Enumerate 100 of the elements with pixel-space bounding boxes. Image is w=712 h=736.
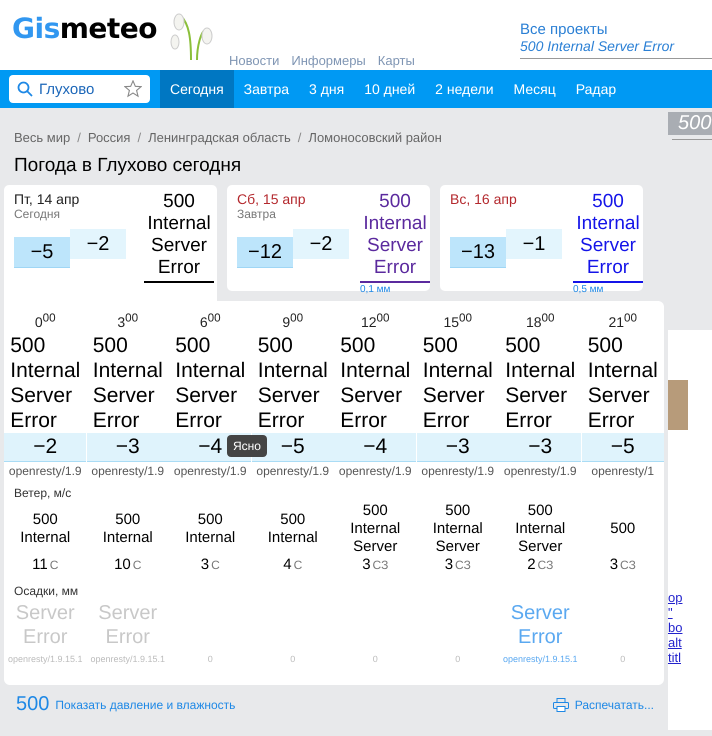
menu-link[interactable]: Новости [229,53,280,68]
precipitation-value: openresty/1.9.15.1 [90,654,166,664]
printer-icon [552,698,569,712]
day-label: Сегодня [14,207,60,221]
precipitation-value: openresty/1.9.15.1 [8,654,83,664]
precipitation-value: 0 [290,654,296,664]
error-text: 500 Internal Server Error [144,191,214,283]
error-text: 500 Internal Server Error [422,333,494,433]
nav-tab[interactable]: 2 недели [425,70,504,108]
nav-tab[interactable]: Сегодня [160,70,234,108]
hour-label: 3$^{00}$ [117,311,138,332]
error-text: Server Error [510,601,571,649]
temperature-bar: −3 [499,433,582,462]
hour-label: 6$^{00}$ [200,311,221,332]
pressure-link[interactable]: Показать давление и влажность [55,698,236,712]
error-text: 500 Internal Server Error [9,333,82,433]
nav-tab[interactable]: Радар [566,70,626,108]
hour-label: 0$^{00}$ [34,311,56,332]
photo-placeholder [668,380,688,430]
menu-link[interactable]: Карты [378,53,415,68]
error-text: 500 Internal Server Error [586,333,659,433]
day-label: Завтра [237,207,276,221]
wind-value: 3 СЗ [610,556,636,575]
day-date: Сб, 15 апр [237,191,307,207]
max-temperature: −1 [506,229,562,259]
temperature-bar: −3 [86,433,169,462]
min-temperature: −5 [14,237,70,268]
side-link[interactable]: op [668,590,712,605]
hour-label: 18$^{00}$ [526,311,555,332]
wind-value: 3 С [200,556,220,575]
hour-label: 12$^{00}$ [360,311,390,332]
day-card[interactable]: Сб, 15 апр Завтра −12 −2 500 Internal Server Error 0,1 мм [227,185,430,291]
error-text: 500 Internal Server [349,502,402,556]
error-text: 500 Internal [184,511,236,547]
menu-link[interactable]: Информеры [291,53,366,68]
day-date: Пт, 14 апр [14,191,80,207]
error-text: 500 Internal [19,511,72,547]
hour-label: 15$^{00}$ [443,311,472,332]
server-text: openresty/1 [591,464,654,478]
wind-value: 11 С [32,556,58,575]
side-link[interactable]: titl [668,650,712,665]
day-card[interactable]: Пт, 14 апр Сегодня −5 −2 500 Internal Server Error [4,185,217,301]
wind-value: 3 СЗ [362,556,388,575]
error-text: 500 Internal Server [432,502,484,556]
nav-tab[interactable]: Завтра [234,70,300,108]
print-link[interactable]: Распечатать... [552,698,654,712]
search-field[interactable]: Глухово [9,75,150,103]
precipitation-value: 0 [372,654,378,664]
server-text: openresty/1.9 [421,464,494,478]
error-text: 500 Internal Server Error [360,191,430,283]
nav-tab[interactable]: 3 дня [299,70,354,108]
server-text: openresty/1.9 [91,464,164,478]
server-text: openresty/1.9 [504,464,577,478]
star-icon[interactable] [124,80,142,98]
server-text: openresty/1.9 [174,464,247,478]
precipitation-value: 0 [620,654,626,664]
hour-label: 9$^{00}$ [282,311,304,332]
all-projects-link[interactable]: Все проекты [520,22,712,38]
breadcrumb-link[interactable]: Весь мир [14,130,70,145]
error-text: 500 Internal Server Error [573,191,643,283]
breadcrumb-separator: / [298,130,302,145]
row-label: Ветер, м/с [13,485,72,502]
temperature-bar: −2 [4,433,86,462]
side-link[interactable]: " [668,605,712,620]
error-text: 500 [609,520,636,538]
precipitation-value: 0 [208,654,213,664]
error-text: 500 Internal Server Error [520,38,676,54]
error-text: 500 Internal [266,511,319,547]
breadcrumb-link[interactable]: Ленинградская область [148,130,291,145]
error-text: 500 [16,693,50,716]
wind-value: 4 С [283,556,302,575]
precipitation-value: 0 [455,654,460,664]
error-text: 500 Internal Server [514,502,566,556]
wind-value: 10 С [114,556,142,575]
breadcrumb-link[interactable]: Ломоносовский район [308,130,442,145]
server-text: openresty/1.9 [8,464,82,478]
hour-label: 21$^{00}$ [608,311,638,332]
server-text: openresty/1.9 [338,464,412,478]
nav-tab[interactable]: 10 дней [354,70,426,108]
nav-tab[interactable]: Месяц [504,70,566,108]
min-temperature: −13 [450,237,506,268]
min-temperature: −12 [237,237,293,268]
error-text: 500 Internal Server Error [339,333,412,433]
side-link[interactable]: alt [668,635,712,650]
search-icon [17,81,33,97]
temperature-bar: −3 [416,433,499,462]
error-text: 500 Internal Server Error [256,333,329,433]
error-text: 500 [668,112,712,135]
server-text: openresty/1.9 [256,464,330,478]
side-link[interactable]: bo [668,620,712,635]
max-temperature: −2 [70,229,126,259]
weather-tooltip: Ясно [227,435,267,457]
breadcrumb-link[interactable]: Россия [88,130,130,145]
breadcrumb-separator: / [137,130,142,145]
precipitation-value: openresty/1.9.15.1 [502,654,578,664]
day-card[interactable]: Вс, 16 апр −13 −1 500 Internal Server Error 0,5 мм [440,185,643,291]
temperature-bar: −5 [582,433,664,462]
temperature-bar: −4 [334,433,416,462]
breadcrumb-separator: / [77,130,81,145]
logo[interactable]: Gismeteo [12,12,158,45]
